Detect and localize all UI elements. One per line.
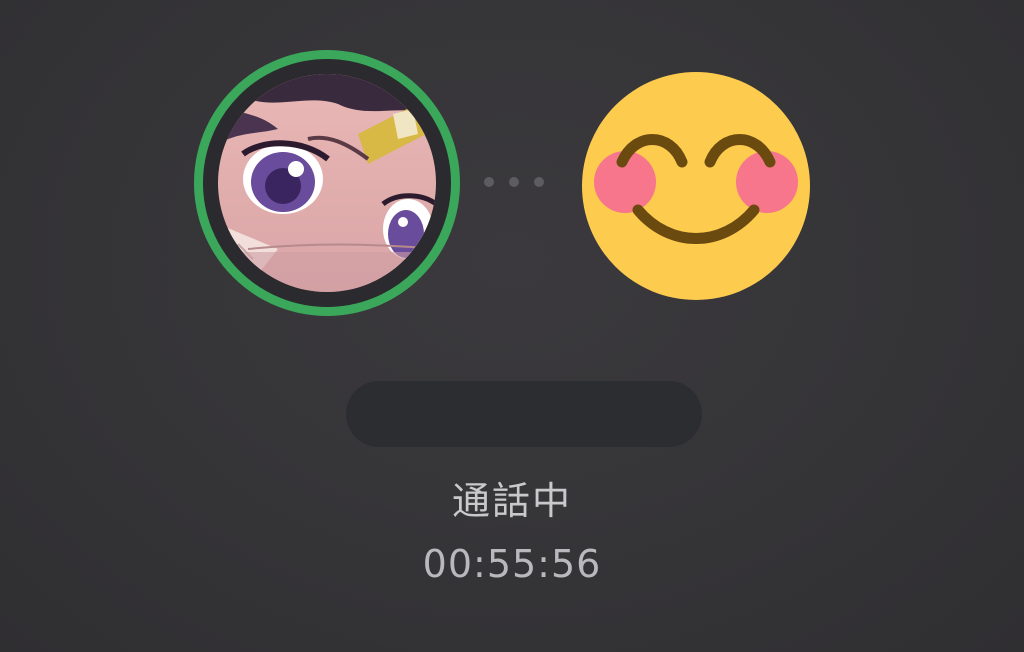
contact-name-redacted <box>346 381 702 447</box>
dot <box>509 177 519 187</box>
smiling-face-with-blushing-cheeks-emoji-icon <box>582 72 810 300</box>
dot <box>484 177 494 187</box>
anime-character-avatar-icon <box>218 74 436 292</box>
call-duration: 00:55:56 <box>422 542 602 586</box>
connecting-dots <box>484 176 544 188</box>
caller-avatar-image <box>218 74 436 292</box>
voice-call-screen: 通話中 00:55:56 <box>0 0 1024 652</box>
caller-avatar[interactable] <box>194 50 460 316</box>
call-status: 通話中 <box>451 479 572 523</box>
dot <box>534 177 544 187</box>
contact-avatar[interactable] <box>580 70 812 302</box>
